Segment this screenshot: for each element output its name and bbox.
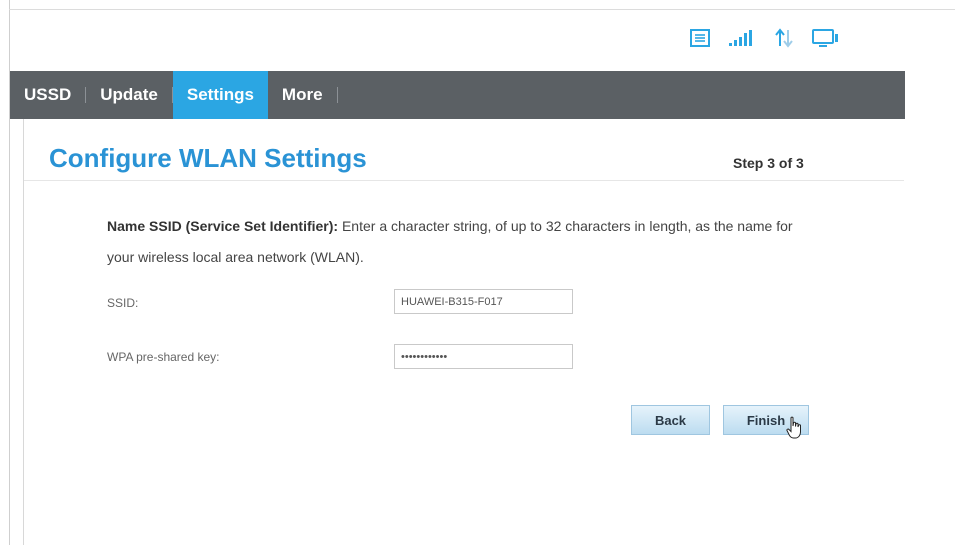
- wpa-key-input-value: ••••••••••••: [401, 350, 448, 363]
- tab-label: Settings: [186, 85, 254, 104]
- signal-icon: [728, 29, 756, 47]
- status-bar: [690, 25, 840, 51]
- tab-settings[interactable]: Settings: [172, 71, 268, 119]
- back-button-label: Back: [654, 412, 687, 428]
- main-navigation: USSD Update Settings More: [10, 71, 905, 119]
- sms-icon[interactable]: [690, 29, 710, 47]
- wifi-clients-icon[interactable]: [812, 28, 840, 48]
- step-indicator: Step 3 of 3: [733, 155, 804, 171]
- nav-separator: [336, 87, 338, 103]
- ssid-description: Name SSID (Service Set Identifier): Ente…: [107, 211, 797, 273]
- hand-cursor-icon: [786, 416, 804, 445]
- data-transfer-icon: [774, 28, 794, 48]
- ssid-input-value: HUAWEI-B315-F017: [401, 295, 503, 308]
- tab-label: More: [281, 85, 323, 104]
- ssid-label: SSID:: [107, 296, 139, 310]
- page-title: Configure WLAN Settings: [49, 143, 367, 173]
- ssid-input[interactable]: HUAWEI-B315-F017: [394, 289, 573, 314]
- tab-more[interactable]: More: [268, 71, 337, 119]
- tab-ussd[interactable]: USSD: [10, 71, 85, 119]
- finish-button-label: Finish: [746, 412, 786, 428]
- wpa-key-input[interactable]: ••••••••••••: [394, 344, 573, 369]
- back-button[interactable]: Back: [631, 405, 710, 435]
- tab-update[interactable]: Update: [86, 71, 172, 119]
- tab-label: USSD: [24, 85, 72, 104]
- wpa-key-label: WPA pre-shared key:: [107, 350, 220, 364]
- window-border-top: [9, 9, 955, 10]
- ssid-description-heading: Name SSID (Service Set Identifier):: [107, 218, 339, 234]
- tab-label: Update: [100, 85, 158, 104]
- title-divider: [24, 180, 904, 181]
- content-border: [23, 119, 24, 545]
